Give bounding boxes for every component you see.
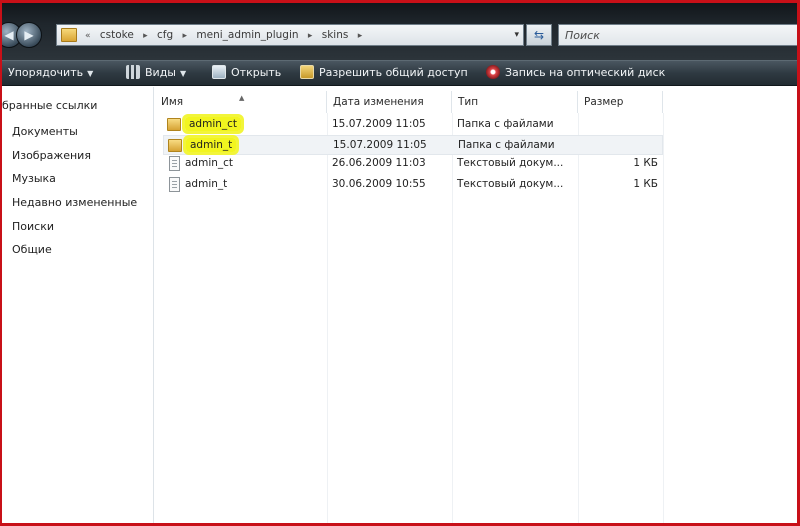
navigation-pane: бранные ссылки Документы Изображения Муз…: [2, 87, 154, 523]
folder-icon: [167, 118, 181, 131]
folder-icon: [168, 139, 182, 152]
chevron-left-icon[interactable]: «: [85, 31, 91, 41]
table-row[interactable]: admin_ct 26.06.2009 11:03 Текстовый доку…: [163, 154, 663, 174]
text-file-icon: [169, 177, 180, 192]
chevron-down-icon: ▼: [87, 69, 94, 78]
share-button[interactable]: Разрешить общий доступ: [300, 61, 468, 86]
chevron-right-icon[interactable]: ▸: [358, 31, 363, 41]
file-size: 1 КБ: [633, 178, 658, 190]
open-button[interactable]: Открыть: [212, 61, 281, 86]
sort-ascending-icon: ▲: [239, 94, 245, 102]
organize-label: Упорядочить: [8, 66, 84, 79]
nav-link-documents[interactable]: Документы: [12, 125, 78, 138]
share-label: Разрешить общий доступ: [319, 66, 468, 79]
views-label: Виды: [145, 66, 176, 79]
file-date: 26.06.2009 11:03: [332, 157, 426, 169]
address-bar[interactable]: « cstoke ▸ cfg ▸ meni_admin_plugin ▸ ski…: [56, 24, 524, 46]
open-icon: [212, 65, 226, 79]
text-file-icon: [169, 156, 180, 171]
file-type: Папка с файлами: [458, 139, 555, 151]
column-headers: Имя ▲ Дата изменения Тип Размер: [155, 91, 797, 113]
column-name-label: Имя: [161, 96, 184, 108]
table-row[interactable]: admin_ct 15.07.2009 11:05 Папка с файлам…: [163, 115, 663, 135]
chevron-right-icon[interactable]: ▸: [183, 31, 188, 41]
file-size: 1 КБ: [633, 157, 658, 169]
column-header-type[interactable]: Тип: [452, 91, 578, 113]
breadcrumb: « cstoke ▸ cfg ▸ meni_admin_plugin ▸ ski…: [85, 25, 368, 47]
breadcrumb-item-cfg[interactable]: cfg: [157, 29, 173, 41]
file-name: admin_t: [186, 136, 237, 156]
file-type: Текстовый докум...: [457, 178, 564, 190]
explorer-window: ◀ ▶ « cstoke ▸ cfg ▸ meni_admin_plugin ▸…: [0, 0, 800, 526]
title-bar: ◀ ▶ « cstoke ▸ cfg ▸ meni_admin_plugin ▸…: [2, 0, 797, 60]
folder-icon: [61, 28, 77, 42]
refresh-button[interactable]: ⇆: [526, 24, 552, 46]
file-date: 30.06.2009 10:55: [332, 178, 426, 190]
file-size: [614, 136, 659, 156]
file-type: Текстовый докум...: [457, 157, 564, 169]
column-divider: [663, 113, 664, 523]
column-header-name[interactable]: Имя ▲: [155, 91, 327, 113]
share-icon: [300, 65, 314, 79]
search-input[interactable]: [565, 26, 775, 45]
disc-icon: [486, 65, 500, 79]
highlighted-name: admin_ct: [185, 117, 242, 131]
command-toolbar: Упорядочить ▼ Виды ▼ Открыть Разрешить общ…: [2, 60, 797, 86]
chevron-down-icon: ▼: [180, 69, 187, 78]
nav-link-music[interactable]: Музыка: [12, 172, 56, 185]
open-label: Открыть: [231, 66, 282, 79]
chevron-right-icon[interactable]: ▸: [143, 31, 148, 41]
file-name: admin_ct: [185, 157, 234, 169]
views-button[interactable]: Виды ▼: [126, 61, 186, 86]
burn-disc-button[interactable]: Запись на оптический диск: [486, 61, 665, 86]
nav-link-recently-changed[interactable]: Недавно измененные: [12, 196, 137, 209]
views-icon: [126, 65, 140, 79]
nav-link-public[interactable]: Общие: [12, 243, 52, 256]
nav-link-pictures[interactable]: Изображения: [12, 149, 91, 162]
search-box: [558, 24, 797, 46]
forward-button[interactable]: ▶: [16, 22, 42, 48]
nav-link-searches[interactable]: Поиски: [12, 220, 54, 233]
column-header-date[interactable]: Дата изменения: [327, 91, 452, 113]
breadcrumb-item-skins[interactable]: skins: [322, 29, 349, 41]
window-border-top: [2, 0, 797, 3]
file-type: Папка с файлами: [457, 118, 554, 130]
breadcrumb-item-cstoke[interactable]: cstoke: [100, 29, 134, 41]
favorite-links-header: бранные ссылки: [2, 99, 98, 112]
burn-label: Запись на оптический диск: [505, 66, 666, 79]
file-name: admin_ct: [185, 115, 242, 135]
breadcrumb-item-plugin[interactable]: meni_admin_plugin: [196, 29, 298, 41]
file-size: [613, 115, 658, 135]
address-dropdown-icon[interactable]: ▾: [514, 25, 519, 47]
highlighted-name: admin_t: [186, 138, 237, 152]
table-row[interactable]: admin_t 30.06.2009 10:55 Текстовый докум…: [163, 175, 663, 195]
organize-button[interactable]: Упорядочить ▼: [8, 61, 93, 86]
table-row[interactable]: admin_t 15.07.2009 11:05 Папка с файлами: [163, 135, 663, 155]
file-date: 15.07.2009 11:05: [333, 139, 427, 151]
file-list: Имя ▲ Дата изменения Тип Размер admin_ct…: [155, 87, 797, 523]
file-name: admin_t: [185, 178, 228, 190]
file-date: 15.07.2009 11:05: [332, 118, 426, 130]
column-header-size[interactable]: Размер: [578, 91, 663, 113]
chevron-right-icon[interactable]: ▸: [308, 31, 313, 41]
